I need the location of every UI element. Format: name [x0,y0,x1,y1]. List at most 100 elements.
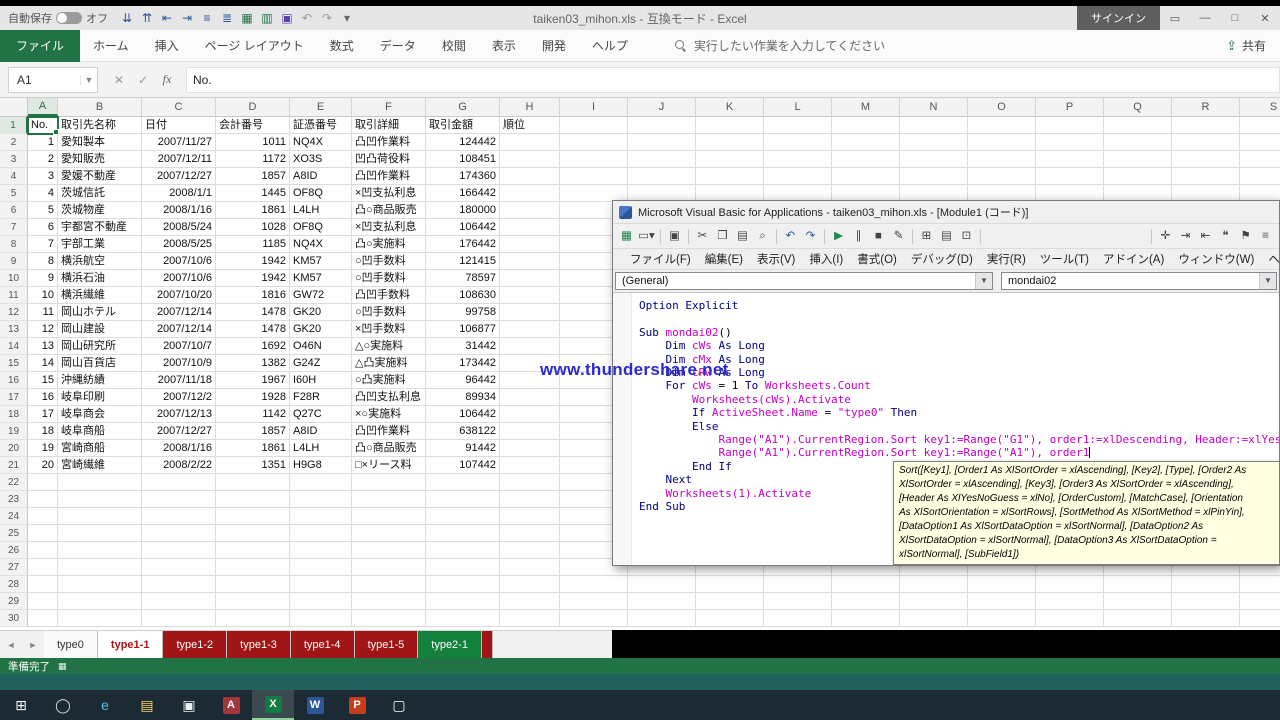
cell-G24[interactable] [426,508,500,525]
cell-L3[interactable] [764,151,832,168]
sheet-nav-next-icon[interactable]: ► [22,631,44,658]
row-header-30[interactable]: 30 [0,610,28,627]
cell-R4[interactable] [1172,168,1240,185]
row-header-29[interactable]: 29 [0,593,28,610]
cell-F3[interactable]: 凹凸荷役料 [352,151,426,168]
cell-J1[interactable] [628,117,696,134]
excel-icon[interactable]: X [252,690,294,720]
cell-A27[interactable] [28,559,58,576]
cell-H2[interactable] [500,134,560,151]
cell-I1[interactable] [560,117,628,134]
decrease-indent-icon[interactable]: ⇤ [158,7,176,29]
cell-P4[interactable] [1036,168,1104,185]
row-header-1[interactable]: 1 [0,117,28,134]
cell-H17[interactable] [500,389,560,406]
cell-C14[interactable]: 2007/10/7 [142,338,216,355]
align-right-icon[interactable]: ≣ [218,7,236,29]
cell-D2[interactable]: 1011 [216,134,290,151]
cell-F19[interactable]: 凸凹作業料 [352,423,426,440]
cell-D28[interactable] [216,576,290,593]
cell-E1[interactable]: 証憑番号 [290,117,352,134]
cancel-entry-icon[interactable]: ✕ [108,73,130,87]
cell-K2[interactable] [696,134,764,151]
cell-Q1[interactable] [1104,117,1172,134]
row-header-22[interactable]: 22 [0,474,28,491]
cell-O29[interactable] [968,593,1036,610]
cell-C2[interactable]: 2007/11/27 [142,134,216,151]
cell-I2[interactable] [560,134,628,151]
cell-L4[interactable] [764,168,832,185]
cell-B16[interactable]: 沖縄紡績 [58,372,142,389]
cell-E2[interactable]: NQ4X [290,134,352,151]
cell-L30[interactable] [764,610,832,627]
row-header-16[interactable]: 16 [0,372,28,389]
row-header-13[interactable]: 13 [0,321,28,338]
break-icon[interactable]: ∥ [849,227,868,245]
cell-J30[interactable] [628,610,696,627]
cell-L28[interactable] [764,576,832,593]
cell-Q2[interactable] [1104,134,1172,151]
cell-B23[interactable] [58,491,142,508]
cell-D27[interactable] [216,559,290,576]
cell-A15[interactable]: 14 [28,355,58,372]
cell-M28[interactable] [832,576,900,593]
cell-C21[interactable]: 2008/2/22 [142,457,216,474]
row-header-14[interactable]: 14 [0,338,28,355]
cell-F16[interactable]: ○凸実施料 [352,372,426,389]
cell-E3[interactable]: XO3S [290,151,352,168]
code-line[interactable]: Dim cMx As Long [639,353,1279,366]
undo-icon[interactable]: ↶ [781,227,800,245]
cell-E29[interactable] [290,593,352,610]
cell-D24[interactable] [216,508,290,525]
cell-D11[interactable]: 1816 [216,287,290,304]
cell-E11[interactable]: GW72 [290,287,352,304]
cell-D22[interactable] [216,474,290,491]
cell-H1[interactable]: 順位 [500,117,560,134]
cell-S28[interactable] [1240,576,1280,593]
cell-I4[interactable] [560,168,628,185]
cell-E14[interactable]: O46N [290,338,352,355]
row-header-24[interactable]: 24 [0,508,28,525]
cell-E6[interactable]: L4LH [290,202,352,219]
cell-P3[interactable] [1036,151,1104,168]
ribbon-tab-review[interactable]: 校閲 [429,30,479,62]
cell-B22[interactable] [58,474,142,491]
cell-A7[interactable]: 6 [28,219,58,236]
cell-J3[interactable] [628,151,696,168]
cell-C5[interactable]: 2008/1/1 [142,185,216,202]
cell-P29[interactable] [1036,593,1104,610]
cell-K4[interactable] [696,168,764,185]
column-header-I[interactable]: I [560,98,628,116]
code-line[interactable]: Range("A1").CurrentRegion.Sort key1:=Ran… [639,433,1279,446]
cell-A18[interactable]: 17 [28,406,58,423]
sheet-tab-partial[interactable] [482,631,493,658]
outdent-icon[interactable]: ⇤ [1196,227,1215,245]
cell-J4[interactable] [628,168,696,185]
cell-R29[interactable] [1172,593,1240,610]
cell-F13[interactable]: ×凹手数料 [352,321,426,338]
cell-G9[interactable]: 121415 [426,253,500,270]
column-header-M[interactable]: M [832,98,900,116]
ribbon-tab-formulas[interactable]: 数式 [317,30,367,62]
chevron-down-icon[interactable]: ▼ [975,273,992,289]
cell-C9[interactable]: 2007/10/6 [142,253,216,270]
cell-F27[interactable] [352,559,426,576]
cell-H14[interactable] [500,338,560,355]
column-header-S[interactable]: S [1240,98,1280,116]
cell-H13[interactable] [500,321,560,338]
cell-E27[interactable] [290,559,352,576]
save-icon[interactable]: ▣ [278,7,296,29]
cell-A20[interactable]: 19 [28,440,58,457]
cell-E17[interactable]: F28R [290,389,352,406]
cell-D16[interactable]: 1967 [216,372,290,389]
cell-N30[interactable] [900,610,968,627]
cell-G20[interactable]: 91442 [426,440,500,457]
cell-F4[interactable]: 凸凹作業料 [352,168,426,185]
cell-K1[interactable] [696,117,764,134]
cell-B8[interactable]: 宇部工業 [58,236,142,253]
file-explorer-icon[interactable]: ▤ [126,690,168,720]
cell-E9[interactable]: KM57 [290,253,352,270]
cell-D6[interactable]: 1861 [216,202,290,219]
sheet-tab-type1-5[interactable]: type1-5 [355,631,419,658]
cell-N4[interactable] [900,168,968,185]
